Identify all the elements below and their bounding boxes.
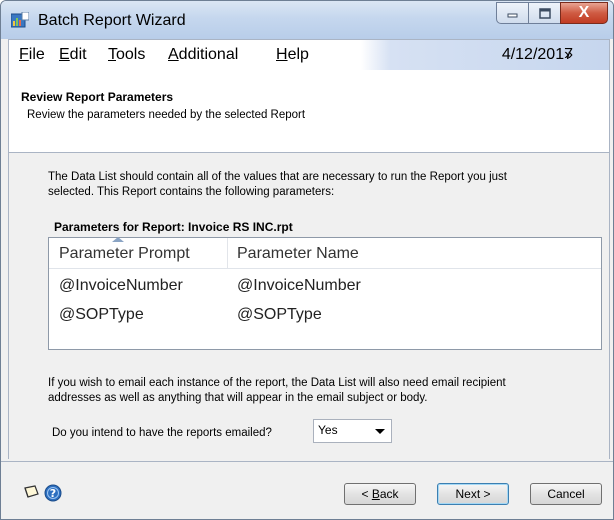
chevron-down-icon [375,429,385,434]
header-panel: Review Report Parameters Review the para… [8,70,610,153]
sort-ascending-icon [112,237,124,242]
menu-help[interactable]: Help [276,46,309,64]
maximize-button[interactable] [528,2,561,24]
close-icon: X [578,4,590,21]
footer-bar [1,461,613,519]
cancel-button[interactable]: Cancel [530,483,602,505]
date-area: 4/12/2017 » [361,40,609,70]
note-icon[interactable] [22,484,40,500]
table-cell-name[interactable]: @InvoiceNumber [237,277,361,295]
user-date[interactable]: 4/12/2017 [502,46,573,64]
intro-text: The Data List should contain all of the … [48,171,507,198]
svg-text:?: ? [50,487,56,500]
page-title: Review Report Parameters [21,90,174,104]
window-title: Batch Report Wizard [38,12,186,29]
back-button[interactable]: < Back [344,483,416,505]
page-subtitle: Review the parameters needed by the sele… [27,109,306,121]
table-cell-name[interactable]: @SOPType [237,306,322,324]
close-button[interactable]: X [560,2,608,24]
select-value: Yes [318,423,338,437]
menu-edit[interactable]: Edit [59,46,87,64]
overflow-chevron-icon[interactable]: » [564,46,573,64]
batch-report-icon [11,12,29,28]
email-instructions: If you wish to email each instance of th… [48,377,506,404]
table-cell-prompt[interactable]: @SOPType [59,306,144,324]
email-question-label: Do you intend to have the reports emaile… [52,427,272,439]
help-icon[interactable]: ? [44,484,62,502]
column-header-parameter-name[interactable]: Parameter Name [237,245,359,263]
next-button[interactable]: Next > [437,483,509,505]
minimize-button[interactable] [496,2,529,24]
column-header-parameter-prompt[interactable]: Parameter Prompt [59,245,190,263]
menu-tools[interactable]: Tools [108,46,145,64]
column-divider[interactable] [227,238,228,268]
maximize-icon [538,7,551,19]
parameters-grid[interactable]: Parameter Prompt Parameter Name @Invoice… [48,237,602,350]
email-reports-select[interactable]: Yes [313,419,392,443]
menu-file[interactable]: File [19,46,45,64]
parameters-label: Parameters for Report: Invoice RS INC.rp… [54,220,293,234]
menu-additional[interactable]: Additional [168,46,238,64]
title-bar[interactable]: Batch Report Wizard X [1,1,613,39]
grid-header: Parameter Prompt Parameter Name [49,237,601,269]
minimize-icon [507,13,517,18]
menu-bar: File Edit Tools Additional Help 4/12/201… [8,39,610,71]
table-cell-prompt[interactable]: @InvoiceNumber [59,277,183,295]
window-controls: X [496,2,608,24]
